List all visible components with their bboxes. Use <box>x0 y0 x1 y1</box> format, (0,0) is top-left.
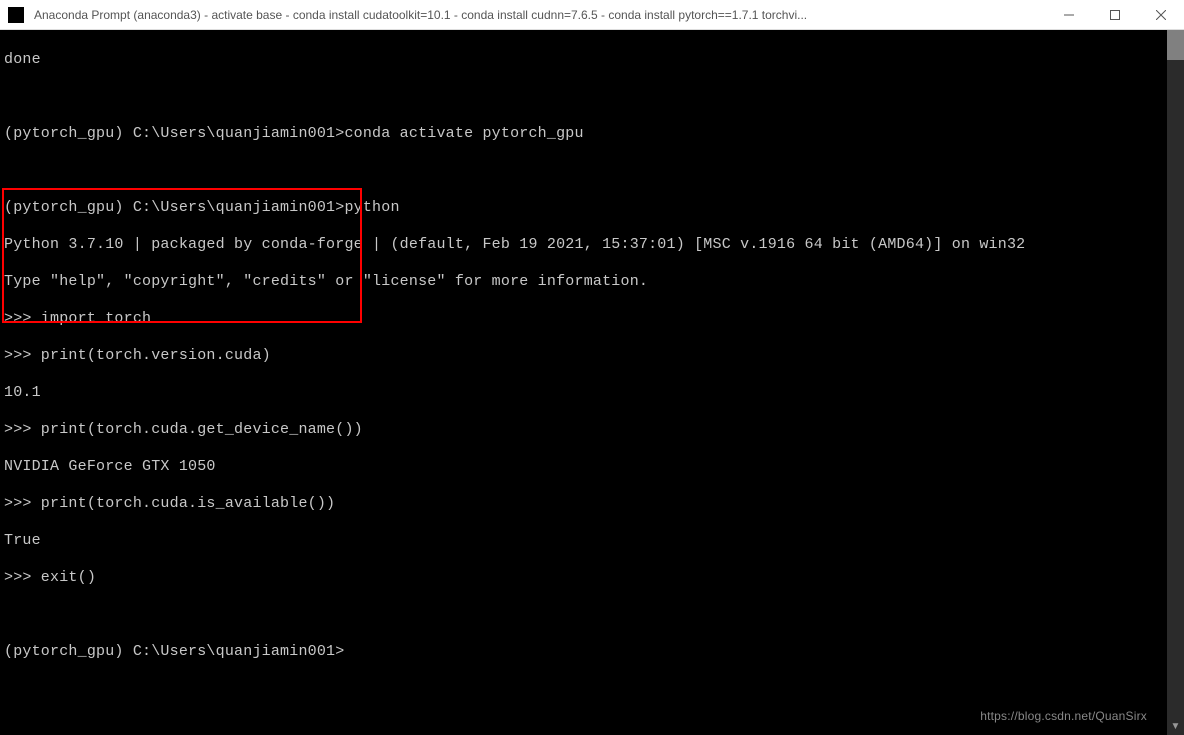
terminal-line: >>> print(torch.version.cuda) <box>4 347 1163 366</box>
terminal-line: (pytorch_gpu) C:\Users\quanjiamin001>pyt… <box>4 199 1163 218</box>
watermark-text: https://blog.csdn.net/QuanSirx <box>980 707 1147 726</box>
terminal-line: NVIDIA GeForce GTX 1050 <box>4 458 1163 477</box>
minimize-button[interactable] <box>1046 0 1092 30</box>
terminal-line <box>4 162 1163 181</box>
terminal-line <box>4 606 1163 625</box>
minimize-icon <box>1064 10 1074 20</box>
terminal-line: done <box>4 51 1163 70</box>
terminal-line: Type "help", "copyright", "credits" or "… <box>4 273 1163 292</box>
terminal-container: done (pytorch_gpu) C:\Users\quanjiamin00… <box>0 30 1184 735</box>
close-icon <box>1156 10 1166 20</box>
terminal-line: >>> print(torch.cuda.get_device_name()) <box>4 421 1163 440</box>
window-controls <box>1046 0 1184 29</box>
scroll-down-icon[interactable]: ▼ <box>1167 718 1184 735</box>
terminal-line: (pytorch_gpu) C:\Users\quanjiamin001>con… <box>4 125 1163 144</box>
maximize-button[interactable] <box>1092 0 1138 30</box>
terminal-line: (pytorch_gpu) C:\Users\quanjiamin001> <box>4 643 1163 662</box>
terminal-line: >>> print(torch.cuda.is_available()) <box>4 495 1163 514</box>
close-button[interactable] <box>1138 0 1184 30</box>
app-icon <box>8 7 24 23</box>
terminal-line: >>> import torch <box>4 310 1163 329</box>
scrollbar-thumb[interactable] <box>1167 30 1184 60</box>
terminal-line: True <box>4 532 1163 551</box>
vertical-scrollbar[interactable]: ▼ <box>1167 30 1184 735</box>
terminal-output[interactable]: done (pytorch_gpu) C:\Users\quanjiamin00… <box>0 30 1167 735</box>
terminal-line: 10.1 <box>4 384 1163 403</box>
window-title: Anaconda Prompt (anaconda3) - activate b… <box>32 8 1046 22</box>
terminal-line <box>4 88 1163 107</box>
terminal-line: >>> exit() <box>4 569 1163 588</box>
window-titlebar: Anaconda Prompt (anaconda3) - activate b… <box>0 0 1184 30</box>
maximize-icon <box>1110 10 1120 20</box>
terminal-line: Python 3.7.10 | packaged by conda-forge … <box>4 236 1163 255</box>
